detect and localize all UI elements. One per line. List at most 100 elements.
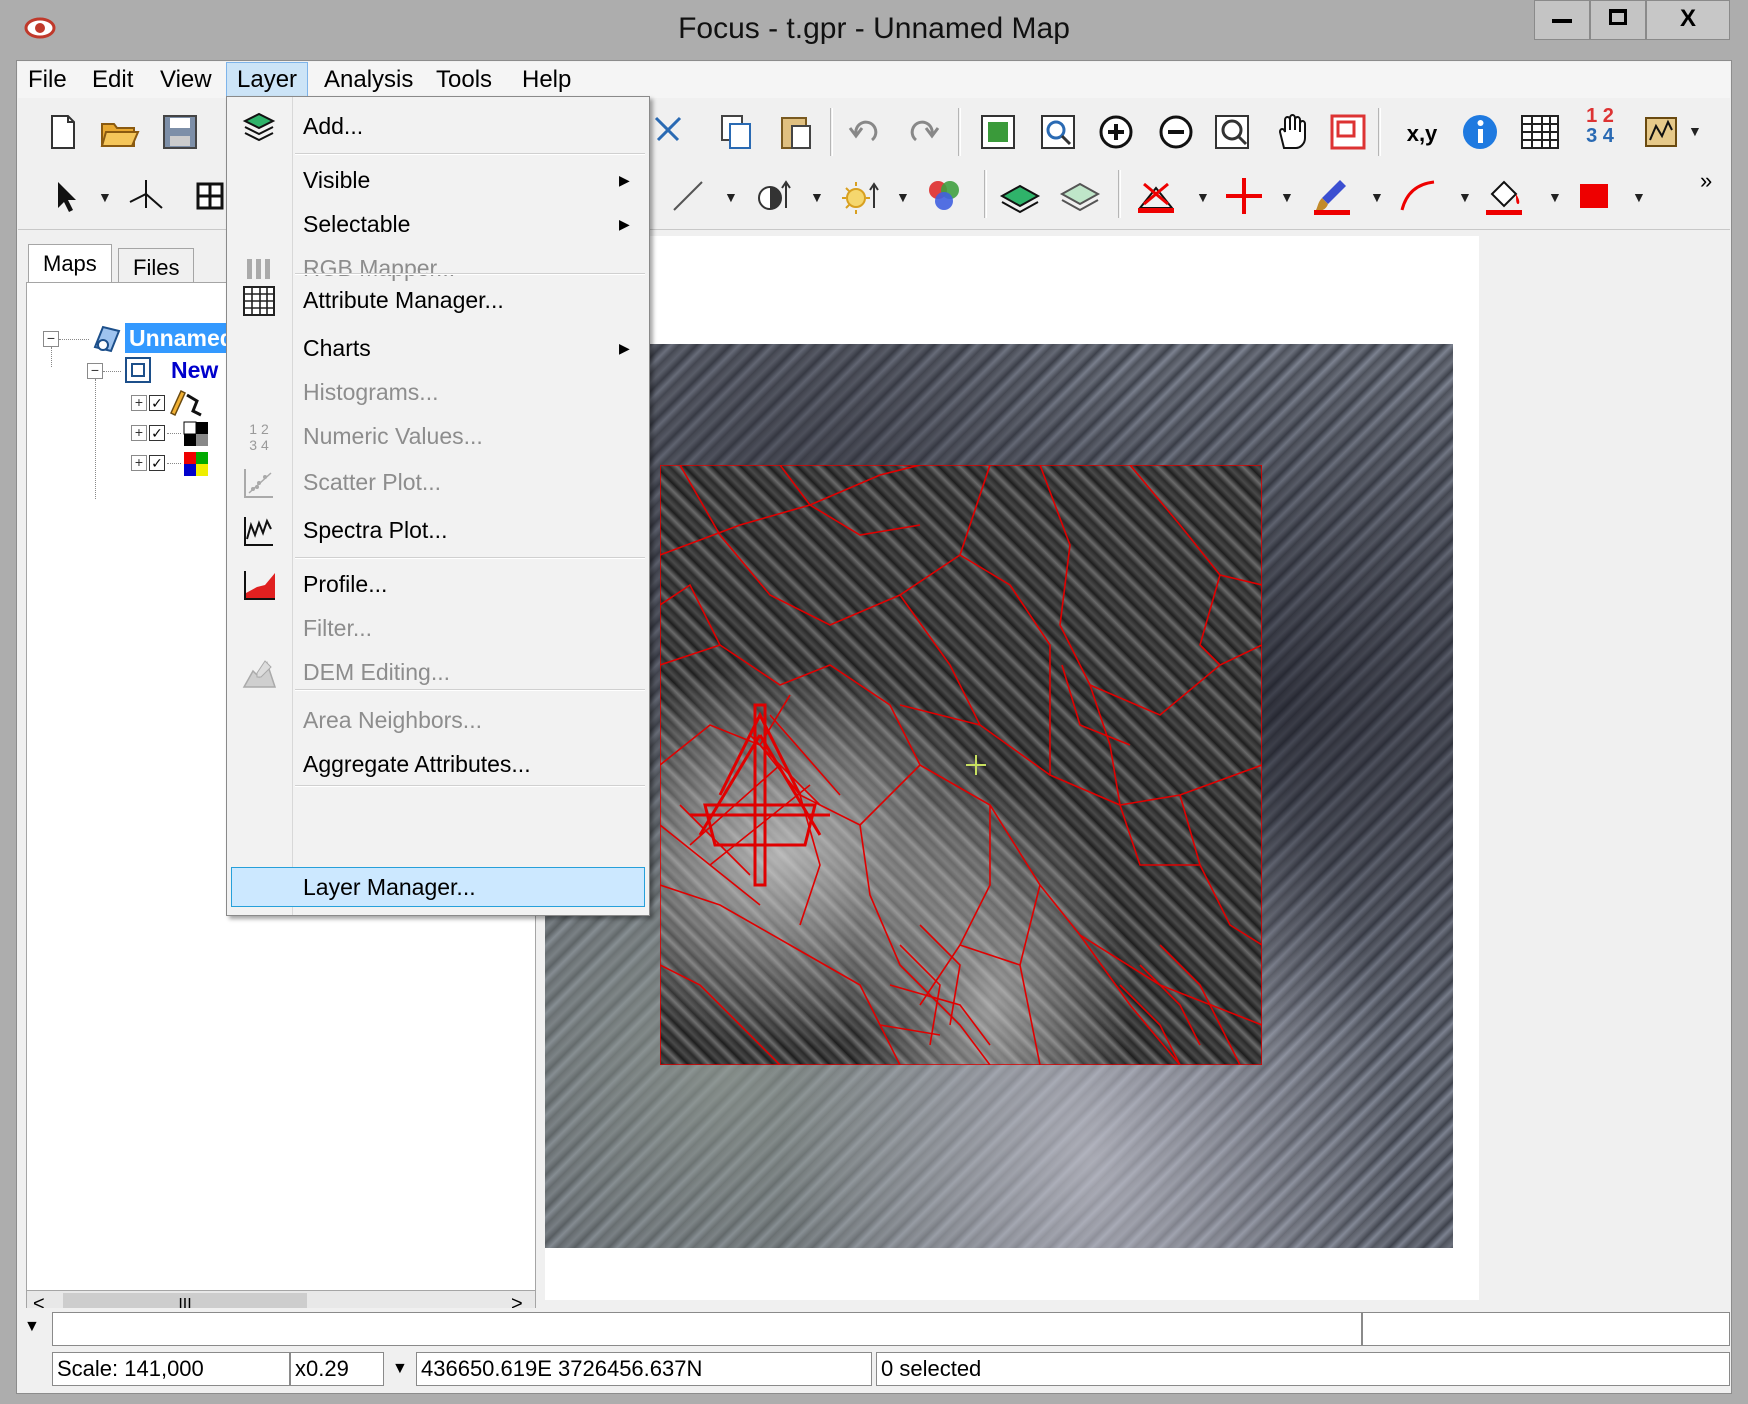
- menu-item-dem-editing[interactable]: DEM Editing...: [227, 651, 649, 693]
- map-canvas[interactable]: [545, 236, 1479, 1300]
- add-layer-icon[interactable]: [998, 174, 1042, 218]
- copy-icon[interactable]: [714, 110, 758, 154]
- toolbar-overflow-icon[interactable]: »: [1700, 168, 1712, 194]
- draw-curve-icon[interactable]: [1396, 174, 1440, 218]
- menu-tools[interactable]: Tools: [426, 62, 502, 98]
- expand-toggle-icon[interactable]: +: [131, 425, 147, 441]
- add-point-cross-icon[interactable]: [1222, 174, 1266, 218]
- cut-icon[interactable]: [646, 110, 690, 154]
- layer-visible-checkbox[interactable]: ✓: [149, 425, 165, 441]
- menu-item-area-neighbors[interactable]: Area Neighbors...: [227, 699, 649, 741]
- chevron-down-icon[interactable]: ▼: [1548, 190, 1562, 204]
- chevron-down-icon[interactable]: ▼: [896, 190, 910, 204]
- collapse-toggle-icon[interactable]: −: [43, 331, 59, 347]
- cursor-coordinates-field: 436650.619E 3726456.637N: [416, 1352, 872, 1386]
- chevron-down-icon[interactable]: ▼: [1632, 190, 1646, 204]
- remove-layer-icon[interactable]: [1058, 174, 1102, 218]
- chevron-down-icon[interactable]: ▼: [1280, 190, 1294, 204]
- menu-item-selectable[interactable]: Selectable ▶: [227, 203, 649, 245]
- tab-files[interactable]: Files: [118, 248, 195, 282]
- coordinate-format-dropdown-icon[interactable]: ▼: [392, 1360, 408, 1378]
- scale-field[interactable]: Scale: 141,000: [52, 1352, 290, 1386]
- chevron-down-icon[interactable]: ▼: [1458, 190, 1472, 204]
- zoom-in-icon[interactable]: [1094, 110, 1138, 154]
- redo-icon[interactable]: [902, 110, 946, 154]
- attribute-table-icon[interactable]: [1518, 110, 1562, 154]
- menu-item-aggregate-attributes[interactable]: Aggregate Attributes...: [227, 743, 649, 785]
- layer-dropdown-menu: Add... Visible ▶ Selectable ▶ RGB Mapper…: [226, 96, 650, 916]
- chevron-down-icon[interactable]: ▼: [1370, 190, 1384, 204]
- rgb-channels-icon[interactable]: [922, 174, 966, 218]
- status-message-field: [52, 1312, 1362, 1346]
- open-folder-icon[interactable]: [98, 110, 142, 154]
- zoom-window-icon[interactable]: [1036, 110, 1080, 154]
- menu-file[interactable]: File: [18, 62, 77, 98]
- menu-item-profile[interactable]: Profile...: [227, 563, 649, 605]
- close-button[interactable]: X: [1646, 0, 1730, 40]
- menu-item-layer-manager[interactable]: Layer Manager...: [231, 867, 645, 907]
- vertex-edit-icon[interactable]: [124, 174, 168, 218]
- menu-analysis[interactable]: Analysis: [314, 62, 423, 98]
- menu-item-numeric-values[interactable]: 1 23 4 Numeric Values...: [227, 415, 649, 457]
- zoom-field[interactable]: x0.29: [290, 1352, 384, 1386]
- chevron-down-icon[interactable]: ▼: [724, 190, 738, 204]
- pan-hand-icon[interactable]: [1270, 110, 1314, 154]
- menu-item-scatter-plot[interactable]: Scatter Plot...: [227, 461, 649, 503]
- scatter-plot-icon: [241, 465, 277, 501]
- new-file-icon[interactable]: [40, 110, 84, 154]
- menu-item-attribute-manager[interactable]: Attribute Manager...: [227, 279, 649, 321]
- dem-editing-icon: [241, 655, 277, 691]
- maximize-button[interactable]: [1590, 0, 1646, 40]
- menu-item-filter[interactable]: Filter...: [227, 607, 649, 649]
- fill-bucket-icon[interactable]: [1482, 174, 1526, 218]
- chevron-down-icon[interactable]: ▼: [1196, 190, 1210, 204]
- map-view[interactable]: [545, 236, 1729, 1300]
- zoom-out-icon[interactable]: [1154, 110, 1198, 154]
- menu-help[interactable]: Help: [512, 62, 581, 98]
- tree-node-new-area[interactable]: New: [171, 355, 218, 385]
- menu-item-charts[interactable]: Charts ▶: [227, 327, 649, 369]
- expand-toggle-icon[interactable]: +: [131, 395, 147, 411]
- spectra-tool-icon[interactable]: [1640, 110, 1684, 154]
- collapse-toggle-icon[interactable]: −: [87, 363, 103, 379]
- chevron-down-icon[interactable]: ▼: [98, 190, 112, 204]
- vertex-tool-icon[interactable]: [1134, 174, 1178, 218]
- spectra-plot-icon: [241, 513, 277, 549]
- info-icon[interactable]: [1458, 110, 1502, 154]
- menu-item-spectra-plot[interactable]: Spectra Plot...: [227, 509, 649, 551]
- tab-maps[interactable]: Maps: [28, 244, 112, 284]
- window-title: Focus - t.gpr - Unnamed Map: [678, 12, 1070, 45]
- menu-edit[interactable]: Edit: [82, 62, 143, 98]
- tree-node-unnamed-map[interactable]: Unnamed: [125, 323, 238, 353]
- paint-brush-icon[interactable]: [1310, 174, 1354, 218]
- chevron-down-icon[interactable]: ▼: [810, 190, 824, 204]
- menu-item-visible[interactable]: Visible ▶: [227, 159, 649, 201]
- draw-line-icon[interactable]: [666, 174, 710, 218]
- color-swatch-icon[interactable]: [1572, 174, 1616, 218]
- minimize-button[interactable]: [1534, 0, 1590, 40]
- vector-polygon-layer[interactable]: [660, 465, 1262, 1065]
- chevron-down-icon[interactable]: ▼: [1688, 124, 1702, 138]
- menu-view[interactable]: View: [150, 62, 222, 98]
- paste-icon[interactable]: [774, 110, 818, 154]
- layer-visible-checkbox[interactable]: ✓: [149, 455, 165, 471]
- menu-layer[interactable]: Layer: [226, 62, 309, 98]
- zoom-layer-icon[interactable]: [1210, 110, 1254, 154]
- selection-count-field: 0 selected: [876, 1352, 1730, 1386]
- select-arrow-icon[interactable]: [44, 174, 88, 218]
- overview-icon[interactable]: [1326, 110, 1370, 154]
- zoom-extents-icon[interactable]: [976, 110, 1020, 154]
- layer-visible-checkbox[interactable]: ✓: [149, 395, 165, 411]
- profile-chart-icon: [241, 567, 277, 603]
- save-icon[interactable]: [158, 110, 202, 154]
- menu-item-add[interactable]: Add...: [227, 105, 649, 147]
- expand-toggle-icon[interactable]: +: [131, 455, 147, 471]
- status-menu-icon[interactable]: ▼: [24, 1318, 40, 1336]
- submenu-arrow-icon: ▶: [619, 340, 630, 356]
- brightness-icon[interactable]: [838, 174, 882, 218]
- coordinate-xy-icon[interactable]: x,y: [1400, 108, 1444, 152]
- numeric-values-icon[interactable]: 1 2 3 4: [1578, 106, 1622, 150]
- contrast-enhance-icon[interactable]: [752, 174, 796, 218]
- undo-icon[interactable]: [842, 110, 886, 154]
- menu-item-histograms[interactable]: Histograms...: [227, 371, 649, 413]
